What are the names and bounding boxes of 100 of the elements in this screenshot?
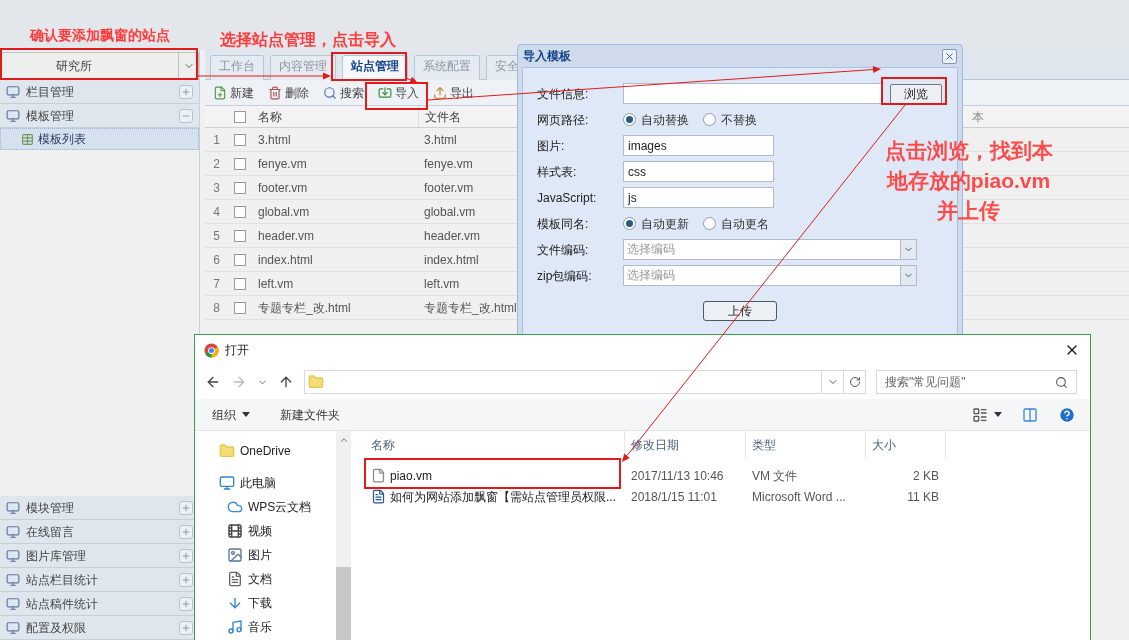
nav-item[interactable]: OneDrive <box>195 439 336 463</box>
text-field[interactable]: css <box>623 161 774 182</box>
caret-icon[interactable] <box>994 412 1002 417</box>
expand-toggle[interactable] <box>179 620 193 635</box>
group-label: 图片库管理 <box>26 547 87 565</box>
scrollbar[interactable] <box>336 431 351 640</box>
browse-button[interactable]: 浏览 <box>890 83 942 104</box>
row-checkbox[interactable] <box>234 301 246 314</box>
file-row[interactable]: piao.vm 2017/11/13 10:46 VM 文件 2 KB <box>351 465 1090 486</box>
radio-button[interactable] <box>703 217 716 230</box>
toolbar-button[interactable]: 导出 <box>431 83 476 102</box>
toolbar-button[interactable]: 搜索 <box>321 83 366 102</box>
radio-label: 自动更名 <box>721 215 769 233</box>
row-checkbox[interactable] <box>234 181 246 194</box>
file-icon <box>371 468 386 483</box>
radio-button[interactable] <box>623 113 636 126</box>
music-note-icon <box>227 619 243 635</box>
browser-logo-icon <box>204 342 219 358</box>
document-icon <box>227 571 243 587</box>
row-number: 2 <box>212 155 221 173</box>
trash-icon <box>268 85 282 100</box>
table-cell: fenye.vm <box>258 156 307 171</box>
organize-button[interactable]: 组织 <box>212 405 250 424</box>
form-label: 文件编码: <box>537 241 590 259</box>
search-field[interactable]: 搜索"常见问题" <box>876 370 1077 394</box>
film-icon <box>227 523 243 539</box>
toolbar-button[interactable]: 新建 <box>211 83 256 102</box>
form-label: 图片: <box>537 137 566 155</box>
sidebar-group[interactable]: 模板管理 <box>0 104 199 128</box>
search-icon <box>1055 375 1068 389</box>
annotation-arrow <box>405 76 418 84</box>
group-label: 模板管理 <box>26 107 75 125</box>
preview-pane-icon[interactable] <box>1022 406 1038 423</box>
expand-toggle[interactable] <box>179 572 193 587</box>
table-cell: footer.vm <box>258 180 308 195</box>
upload-button[interactable]: 上传 <box>703 301 777 321</box>
table-cell: index.html <box>424 252 479 267</box>
table-icon <box>21 132 34 146</box>
file-row[interactable]: 如何为网站添加飘窗【需站点管理员权限... 2018/1/15 11:01 Microsoft Word ... 11 KB <box>351 486 1090 507</box>
plus-icon <box>181 526 191 537</box>
column-header: 名称 <box>257 108 283 126</box>
group-label: 站点稿件统计 <box>26 595 99 613</box>
select-all-checkbox[interactable] <box>234 110 246 123</box>
plus-icon <box>181 502 191 513</box>
expand-toggle[interactable] <box>179 596 193 611</box>
table-cell: header.vm <box>258 228 315 243</box>
view-options-icon[interactable] <box>972 406 988 423</box>
expand-toggle[interactable] <box>179 524 193 539</box>
monitor-icon <box>6 524 20 539</box>
column-header: 本 <box>971 108 984 126</box>
highlight-frame <box>881 77 947 105</box>
row-checkbox[interactable] <box>234 205 246 218</box>
radio-button[interactable] <box>703 113 716 126</box>
chevron-up-icon[interactable] <box>338 435 349 445</box>
row-checkbox[interactable] <box>234 277 246 290</box>
sidebar-item[interactable]: 模板列表 <box>0 128 199 150</box>
expand-toggle[interactable] <box>179 548 193 563</box>
group-label: 模块管理 <box>26 499 75 517</box>
monitor-icon <box>6 620 20 635</box>
nav-item[interactable]: 此电脑 <box>195 471 336 495</box>
row-checkbox[interactable] <box>234 133 246 146</box>
monitor-icon <box>6 548 20 563</box>
toolbar-button[interactable]: 删除 <box>266 83 311 102</box>
form-label: 样式表: <box>537 163 578 181</box>
window-title: 打开 <box>225 342 249 359</box>
plus-icon <box>181 86 191 97</box>
row-checkbox[interactable] <box>234 253 246 266</box>
file-path-field[interactable] <box>623 83 883 104</box>
table-cell: global.vm <box>424 204 476 219</box>
table-cell: footer.vm <box>424 180 474 195</box>
table-cell: 专题专栏_改.html <box>424 300 517 315</box>
expand-toggle[interactable] <box>179 108 193 123</box>
monitor-icon <box>6 84 20 99</box>
table-cell: left.vm <box>258 276 294 291</box>
group-label: 站点栏目统计 <box>26 571 99 589</box>
plus-icon <box>181 574 191 585</box>
close-icon <box>944 50 955 62</box>
expand-toggle[interactable] <box>179 84 193 99</box>
group-label: 配置及权限 <box>26 619 87 637</box>
column-header[interactable]: 大小 <box>866 431 946 459</box>
monitor-icon <box>6 108 20 123</box>
row-checkbox[interactable] <box>234 229 246 242</box>
row-checkbox[interactable] <box>234 157 246 170</box>
text-field[interactable]: images <box>623 135 774 156</box>
help-icon[interactable] <box>1058 405 1076 424</box>
search-icon <box>323 85 337 100</box>
expand-toggle[interactable] <box>179 500 193 515</box>
radio-button[interactable] <box>623 217 636 230</box>
new-folder-button[interactable]: 新建文件夹 <box>280 405 340 424</box>
text-field[interactable]: js <box>623 187 774 208</box>
toolbar-button[interactable]: 导入 <box>376 83 421 102</box>
column-header[interactable]: 类型 <box>746 431 866 459</box>
picture-icon <box>227 547 243 563</box>
group-label: 栏目管理 <box>26 83 75 101</box>
folder-icon <box>308 374 324 390</box>
row-number: 8 <box>212 299 221 317</box>
radio-label: 自动更新 <box>641 215 689 233</box>
site-select[interactable]: 研究所 <box>0 52 199 80</box>
upload-icon <box>433 85 447 100</box>
sidebar-group[interactable]: 栏目管理 <box>0 80 199 104</box>
